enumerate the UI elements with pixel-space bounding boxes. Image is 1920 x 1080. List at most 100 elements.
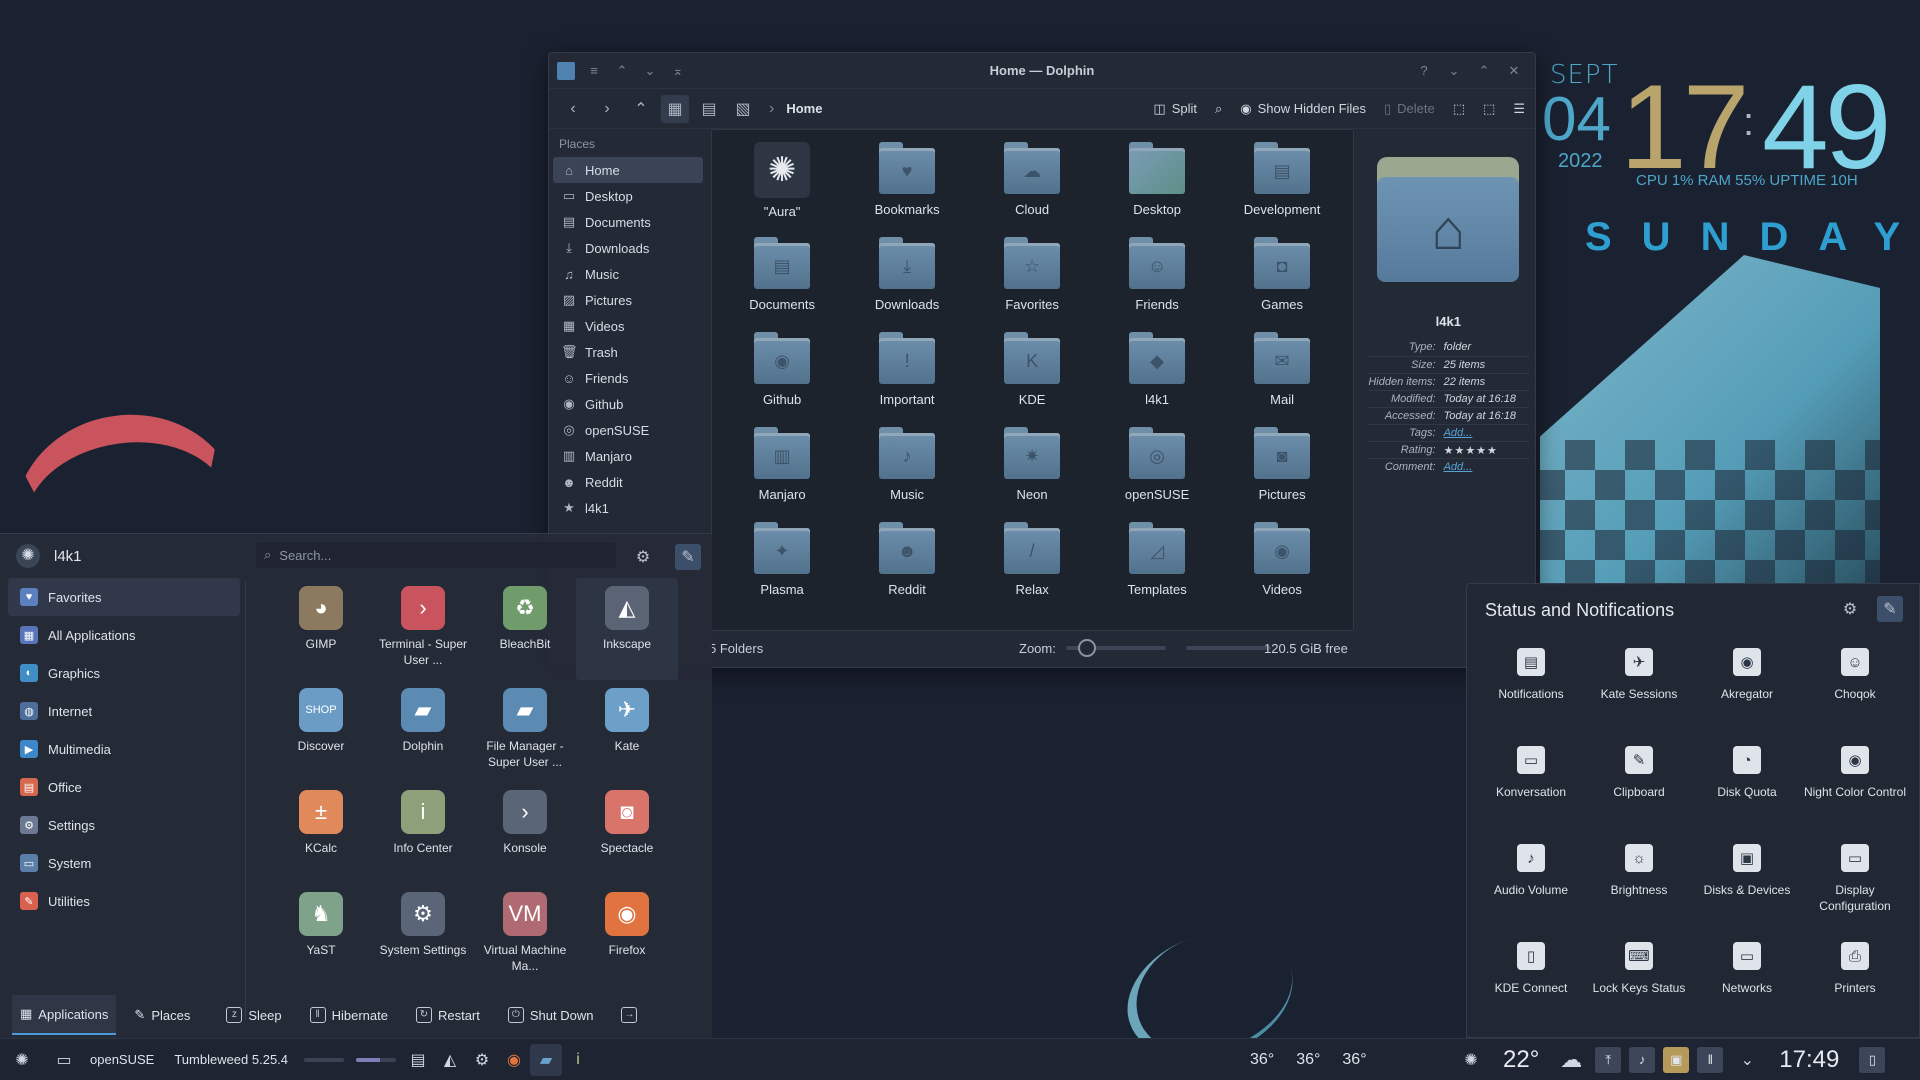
task-dolphin[interactable]: ▰ (530, 1043, 563, 1076)
invert-selection-button[interactable]: ⬚ (1483, 101, 1495, 117)
tray-item-akregator[interactable]: ◉ Akregator (1693, 642, 1801, 740)
file-item[interactable]: ◿ Templates (1095, 522, 1220, 617)
show-desktop-button[interactable]: ▭ (48, 1044, 80, 1076)
file-item[interactable]: ✉ Mail (1220, 332, 1345, 427)
tray-item-printers[interactable]: ⎙ Printers (1801, 936, 1909, 1034)
tray-item-networks[interactable]: ▭ Networks (1693, 936, 1801, 1034)
file-item[interactable]: ▤ Development (1220, 142, 1345, 237)
file-item[interactable]: ☺ Friends (1095, 237, 1220, 332)
maximize-icon[interactable]: ⌃ (1475, 62, 1493, 80)
app-yast[interactable]: ♞ YaST (270, 884, 372, 986)
place-trash[interactable]: 🗑 Trash (553, 339, 703, 365)
help-icon[interactable]: ? (1415, 62, 1433, 80)
tray-expand-button[interactable]: ⌄ (1731, 1044, 1763, 1076)
file-item[interactable]: ▤ Documents (720, 237, 845, 332)
category-system[interactable]: ▭ System (8, 844, 240, 882)
tray-item-konversation[interactable]: ▭ Konversation (1477, 740, 1585, 838)
launcher-pin-button[interactable]: ✎ (675, 544, 701, 570)
app-info-center[interactable]: i Info Center (372, 782, 474, 884)
file-item[interactable]: ⤓ Downloads (845, 237, 970, 332)
app-bleachbit[interactable]: ♻ BleachBit (474, 578, 576, 680)
details-view-button[interactable]: ▧ (729, 95, 757, 123)
hibernate-button[interactable]: ‖ Hibernate (309, 1007, 388, 1023)
delete-button[interactable]: ▯ Delete (1384, 101, 1435, 117)
file-item[interactable]: ◆ l4k1 (1095, 332, 1220, 427)
category-multimedia[interactable]: ▶ Multimedia (8, 730, 240, 768)
media-tray-icon[interactable]: ♪ (1629, 1046, 1656, 1073)
tray-item-lock-keys[interactable]: ⌨ Lock Keys Status (1585, 936, 1693, 1034)
leave-button[interactable]: → (621, 1007, 638, 1023)
notifications-pin-button[interactable]: ✎ (1877, 596, 1903, 622)
category-graphics[interactable]: ◐ Graphics (8, 654, 240, 692)
file-item[interactable]: ▥ Manjaro (720, 427, 845, 522)
menu-icon[interactable]: ≡ (585, 62, 603, 80)
file-item[interactable]: ☆ Favorites (970, 237, 1095, 332)
tab-places[interactable]: ✎ Places (126, 995, 198, 1035)
category-utilities[interactable]: ✎ Utilities (8, 882, 240, 920)
zoom-slider[interactable] (1065, 639, 1166, 657)
place-friends[interactable]: ☺ Friends (553, 365, 703, 391)
keep-above-icon[interactable]: ⌃ (613, 62, 631, 80)
file-item[interactable]: ✺ "Aura" (720, 142, 845, 237)
tab-applications[interactable]: ▦ Applications (12, 995, 117, 1035)
notifications-settings-button[interactable]: ⚙ (1837, 596, 1863, 622)
place-music[interactable]: ♫ Music (553, 261, 703, 287)
place-home[interactable]: ⌂ Home (553, 157, 703, 183)
tray-item-notifications[interactable]: ▤ Notifications (1477, 642, 1585, 740)
file-item[interactable]: Desktop (1095, 142, 1220, 237)
task-inkscape[interactable]: ◭ (434, 1044, 466, 1076)
settings-tray-button[interactable]: ✺ (1455, 1044, 1487, 1076)
place-videos[interactable]: ▦ Videos (553, 313, 703, 339)
place-github[interactable]: ◉ Github (553, 391, 703, 417)
app-konsole[interactable]: › Konsole (474, 782, 576, 884)
file-item[interactable]: ☁ Cloud (970, 142, 1095, 237)
search-button[interactable]: ⌕ (1215, 101, 1222, 117)
app-system-settings[interactable]: ⚙ System Settings (372, 884, 474, 986)
tray-item-disk-quota[interactable]: ◔ Disk Quota (1693, 740, 1801, 838)
taskbar-clock[interactable]: 17:49 (1779, 1046, 1839, 1074)
pause-tray-icon[interactable]: ‖ (1697, 1046, 1724, 1073)
restart-button[interactable]: ↻ Restart (415, 1007, 480, 1023)
app-discover[interactable]: SHOP Discover (270, 680, 372, 782)
file-item[interactable]: ◙ Pictures (1220, 427, 1345, 522)
app-file-manager-su[interactable]: ▰ File Manager - Super User ... (474, 680, 576, 782)
tray-item-brightness[interactable]: ☼ Brightness (1585, 838, 1693, 936)
show-desktop-tray-icon[interactable]: ▯ (1859, 1046, 1886, 1073)
app-kate[interactable]: ✈ Kate (576, 680, 678, 782)
zoom-slider-handle[interactable] (1077, 639, 1096, 657)
app-inkscape[interactable]: ◭ Inkscape (576, 578, 678, 680)
launcher-settings-button[interactable]: ⚙ (630, 544, 656, 570)
file-item[interactable]: ! Important (845, 332, 970, 427)
place-desktop[interactable]: ▭ Desktop (553, 183, 703, 209)
hamburger-menu-button[interactable]: ☰ (1513, 101, 1525, 117)
file-item[interactable]: ✦ Plasma (720, 522, 845, 617)
launcher-button[interactable]: ✺ (6, 1044, 38, 1076)
app-gimp[interactable]: ◕ GIMP (270, 578, 372, 680)
breadcrumb-home[interactable]: Home (786, 101, 822, 116)
file-item[interactable]: / Relax (970, 522, 1095, 617)
updates-tray-icon[interactable]: ⤒ (1595, 1046, 1622, 1073)
close-icon[interactable]: ✕ (1505, 62, 1523, 80)
file-item[interactable]: K KDE (970, 332, 1095, 427)
tray-item-clipboard[interactable]: ✎ Clipboard (1585, 740, 1693, 838)
place-reddit[interactable]: ☻ Reddit (553, 469, 703, 495)
icons-view-button[interactable]: ▦ (661, 94, 689, 123)
back-button[interactable]: ‹ (559, 95, 587, 123)
category-office[interactable]: ▤ Office (8, 768, 240, 806)
split-button[interactable]: ◫ Split (1153, 101, 1197, 117)
file-item[interactable]: ♪ Music (845, 427, 970, 522)
task-system-settings[interactable]: ⚙ (466, 1044, 498, 1076)
show-hidden-button[interactable]: ◉ Show Hidden Files (1240, 101, 1366, 117)
tray-item-kde-connect[interactable]: ▯ KDE Connect (1477, 936, 1585, 1034)
file-item[interactable]: ☻ Reddit (845, 522, 970, 617)
task-info-center[interactable]: i (562, 1044, 594, 1076)
select-all-button[interactable]: ⬚ (1453, 101, 1465, 117)
minimize-icon[interactable]: ⌄ (1445, 62, 1463, 80)
place-downloads[interactable]: ⤓ Downloads (553, 235, 703, 261)
tray-item-disks-devices[interactable]: ▣ Disks & Devices (1693, 838, 1801, 936)
compact-view-button[interactable]: ▤ (695, 95, 723, 123)
rating-stars[interactable]: ★★★★★ (1444, 444, 1498, 458)
app-firefox[interactable]: ◉ Firefox (576, 884, 678, 986)
info-add-link[interactable]: Add... (1444, 461, 1473, 475)
file-item[interactable]: ◘ Games (1220, 237, 1345, 332)
